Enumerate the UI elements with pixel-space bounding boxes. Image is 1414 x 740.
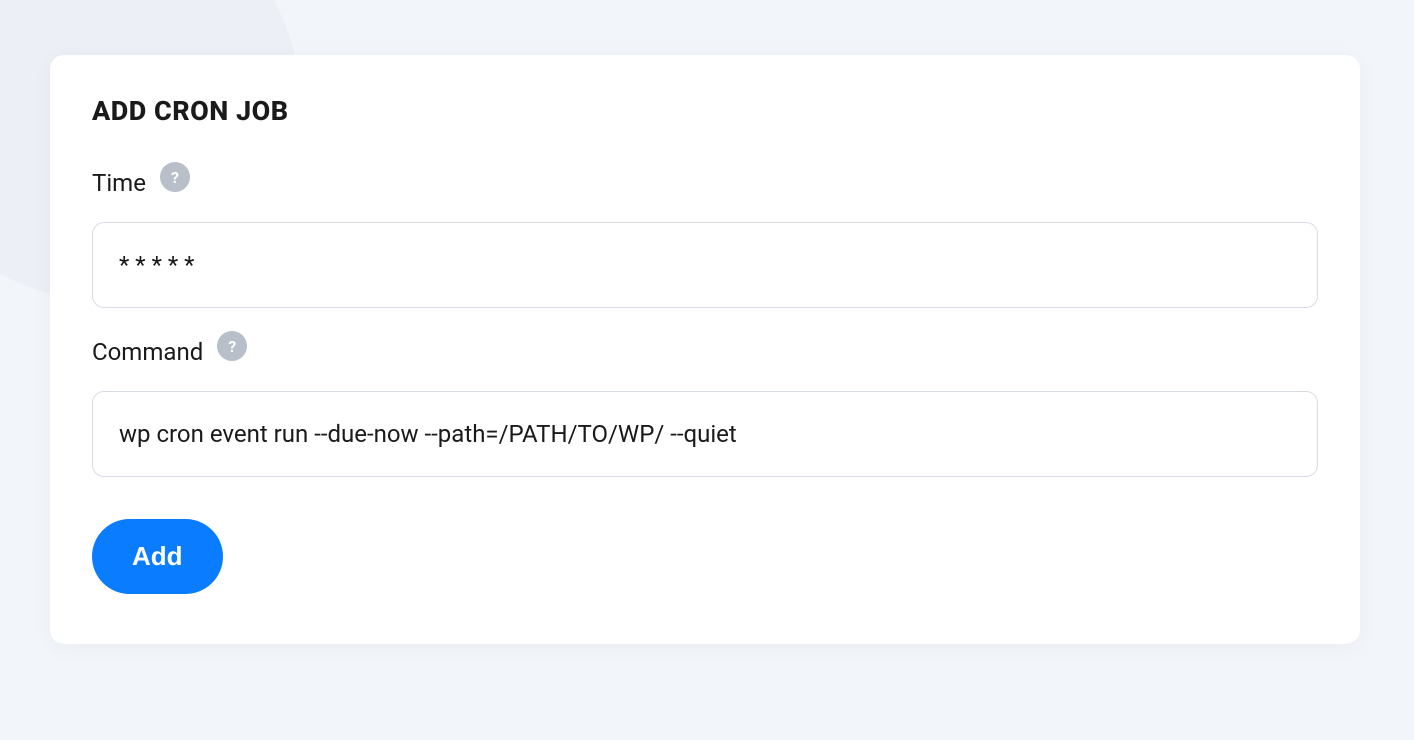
time-label-row: Time ? <box>92 169 1318 197</box>
command-input[interactable] <box>92 391 1318 477</box>
time-input[interactable] <box>92 222 1318 308</box>
command-field-group: Command ? <box>92 338 1318 477</box>
time-field-group: Time ? <box>92 169 1318 308</box>
add-cron-job-card: ADD CRON JOB Time ? Command ? Add <box>50 55 1360 644</box>
time-label: Time <box>92 169 146 197</box>
command-label: Command <box>92 338 203 366</box>
card-title: ADD CRON JOB <box>92 95 1318 127</box>
help-icon[interactable]: ? <box>217 331 247 361</box>
help-icon[interactable]: ? <box>160 162 190 192</box>
add-button[interactable]: Add <box>92 519 223 594</box>
command-label-row: Command ? <box>92 338 1318 366</box>
